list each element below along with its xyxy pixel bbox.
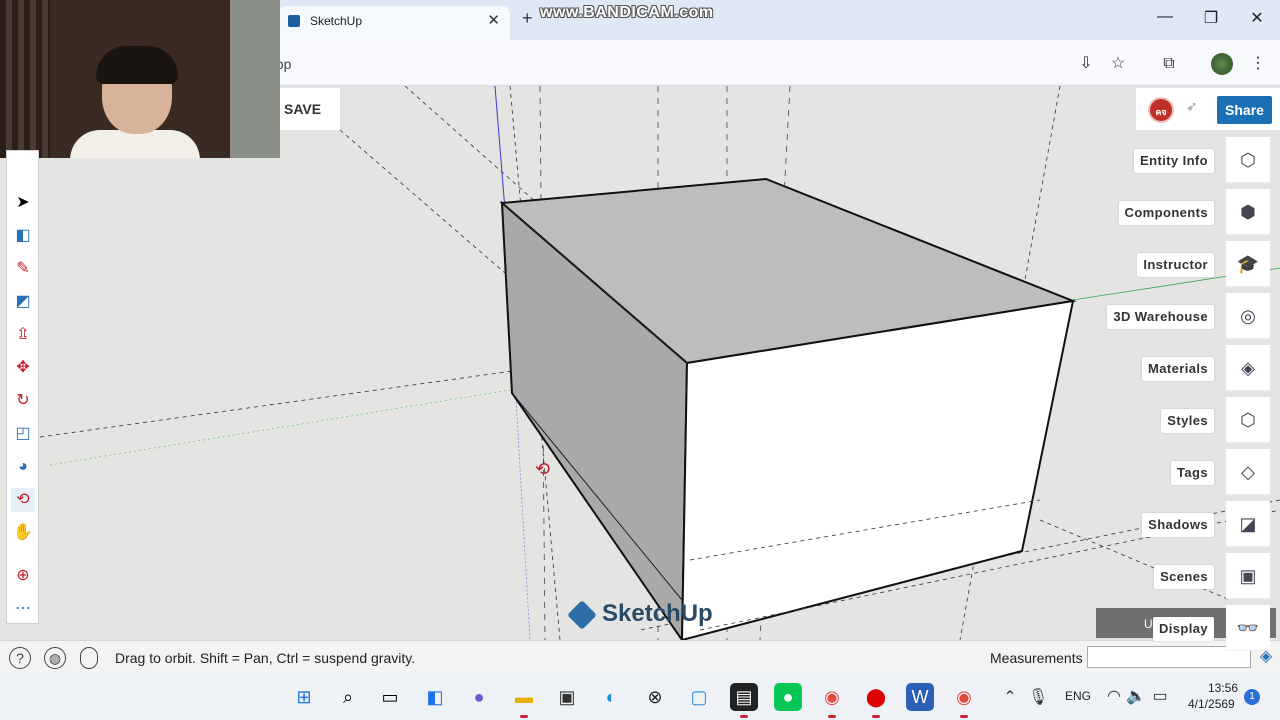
extensions-icon[interactable]: ⧉: [1159, 54, 1179, 74]
tray-chevron-icon[interactable]: ⌃: [1000, 688, 1020, 708]
bookmark-star-icon[interactable]: ☆: [1108, 54, 1128, 74]
user-avatar[interactable]: คจ: [1148, 97, 1174, 123]
task-view-icon[interactable]: ▭: [376, 683, 404, 711]
move-tool-icon[interactable]: ✥: [11, 356, 35, 380]
scenes-icon[interactable]: ▣: [1226, 553, 1270, 599]
install-app-icon[interactable]: ⇩: [1076, 54, 1096, 74]
share-button[interactable]: Share: [1217, 96, 1272, 124]
teams-chat-icon[interactable]: ●: [465, 683, 493, 711]
minimize-button[interactable]: —: [1150, 8, 1180, 26]
maximize-button[interactable]: ❐: [1196, 8, 1226, 28]
sketchup-logo-icon: [567, 599, 597, 630]
push-pull-tool-icon[interactable]: ⇫: [11, 323, 35, 347]
instructor-icon[interactable]: 🎓: [1226, 241, 1270, 287]
shadows-icon[interactable]: ◪: [1226, 501, 1270, 547]
webcam-person-hair: [96, 46, 178, 84]
search-taskbar-icon[interactable]: ⌕: [334, 683, 362, 711]
browser-profile-avatar[interactable]: [1211, 53, 1233, 75]
browser-tab[interactable]: SketchUp ✕: [278, 6, 510, 40]
panel-label-shadows[interactable]: Shadows: [1142, 513, 1214, 537]
store-icon[interactable]: ▣: [553, 683, 581, 711]
globe-icon[interactable]: ◍: [44, 647, 66, 669]
tags-icon[interactable]: ◇: [1226, 449, 1270, 495]
zoom-extents-icon[interactable]: ⊕: [11, 564, 35, 588]
materials-icon[interactable]: ◈: [1226, 345, 1270, 391]
share-panel: คจ ➶ Share: [1136, 88, 1280, 130]
microphone-icon[interactable]: 🎙: [1028, 688, 1048, 708]
warehouse-icon[interactable]: ◎: [1226, 293, 1270, 339]
browser-menu-icon[interactable]: ⋮: [1248, 54, 1268, 74]
svg-text:⟲: ⟲: [535, 459, 550, 480]
clock-date[interactable]: 4/1/2569: [1188, 697, 1235, 711]
status-bar: ? ◍ Drag to orbit. Shift = Pan, Ctrl = s…: [0, 640, 1280, 674]
rotate-tool-icon[interactable]: ↻: [11, 389, 35, 413]
tab-title: SketchUp: [310, 14, 363, 28]
volume-icon[interactable]: 🔈: [1126, 687, 1146, 707]
start-icon[interactable]: ⊞: [290, 683, 318, 711]
pan-tool-icon[interactable]: ✋: [11, 521, 35, 545]
chrome-icon[interactable]: ◉: [950, 683, 978, 718]
clock-time[interactable]: 13:56: [1200, 681, 1238, 695]
select-tool-icon[interactable]: ➤: [11, 191, 35, 215]
tab-close-button[interactable]: ✕: [487, 11, 500, 29]
pencil-tool-icon[interactable]: ✎: [11, 257, 35, 281]
mouse-icon[interactable]: [80, 647, 98, 669]
notification-badge[interactable]: 1: [1244, 689, 1260, 705]
panel-label-warehouse[interactable]: 3D Warehouse: [1107, 305, 1214, 329]
xbox-icon[interactable]: ⊗: [641, 683, 669, 711]
windows-taskbar: ⊞ ⌕ ▭ ◧ ● ▬ ▣ ◐ ⊗ ▢ ▤ ● ◉ ⬤ W ◉ ⌃ 🎙 ENG …: [0, 674, 1280, 720]
file-explorer-icon[interactable]: ▬: [510, 683, 538, 718]
edge-icon[interactable]: ◐: [597, 683, 625, 711]
eraser-tool-icon[interactable]: ◧: [11, 224, 35, 248]
model-canvas[interactable]: ⟲: [0, 86, 1280, 640]
status-hint: Drag to orbit. Shift = Pan, Ctrl = suspe…: [115, 650, 416, 666]
panel-label-styles[interactable]: Styles: [1161, 409, 1214, 433]
cursor-icon: ➶: [1186, 98, 1198, 114]
orbit-tool-icon[interactable]: ⟲: [11, 488, 35, 512]
bandicam-icon[interactable]: ▤: [730, 683, 758, 718]
rectangle-tool-icon[interactable]: ◩: [11, 290, 35, 314]
new-tab-button[interactable]: +: [522, 8, 533, 29]
panel-label-scenes[interactable]: Scenes: [1154, 565, 1214, 589]
paint-bucket-tool-icon[interactable]: ◕: [11, 455, 35, 479]
display-icon[interactable]: 👓: [1226, 605, 1270, 651]
styles-icon[interactable]: ⬡: [1226, 397, 1270, 443]
left-toolbar: ➤ ◧ ✎ ◩ ⇫ ✥ ↻ ◰ ◕ ⟲ ✋ ⊕ ⋯: [6, 150, 39, 624]
webcam-person-shirt: [70, 130, 200, 158]
panel-label-materials[interactable]: Materials: [1142, 357, 1214, 381]
panel-label-entity-info[interactable]: Entity Info: [1134, 149, 1214, 173]
panel-label-components[interactable]: Components: [1118, 201, 1214, 225]
bandicam-watermark: www.BANDICAM.com: [540, 4, 714, 21]
battery-icon[interactable]: ▭: [1150, 687, 1170, 707]
help-icon[interactable]: ?: [9, 647, 31, 669]
save-button[interactable]: SAVE: [280, 88, 340, 130]
webcam-background: [230, 0, 280, 158]
webcam-overlay: [0, 0, 280, 158]
entity-info-icon[interactable]: ⬡: [1226, 137, 1270, 183]
sketchup-favicon-icon: [288, 15, 300, 27]
webcam-curtain: [0, 0, 50, 158]
scale-tool-icon[interactable]: ◰: [11, 422, 35, 446]
line-icon[interactable]: ●: [774, 683, 802, 711]
language-indicator[interactable]: ENG: [1065, 689, 1091, 703]
snipping-tool-icon[interactable]: ▢: [685, 683, 713, 711]
panel-label-tags[interactable]: Tags: [1171, 461, 1214, 485]
model-viewport[interactable]: ⟲: [0, 86, 1280, 640]
sketchup-logo-text: SketchUp: [602, 600, 713, 627]
wifi-icon[interactable]: ◠: [1104, 687, 1124, 707]
close-window-button[interactable]: ✕: [1242, 8, 1272, 28]
components-icon[interactable]: ⬢: [1226, 189, 1270, 235]
panel-label-display[interactable]: Display: [1152, 617, 1214, 641]
word-icon[interactable]: W: [906, 683, 934, 711]
more-tools-icon[interactable]: ⋯: [11, 597, 35, 621]
record-icon[interactable]: ⬤: [862, 683, 890, 718]
chrome-profile-icon[interactable]: ◉: [818, 683, 846, 718]
measurements-label: Measurements: [990, 650, 1083, 666]
widgets-icon[interactable]: ◧: [421, 683, 449, 711]
panel-label-instructor[interactable]: Instructor: [1137, 253, 1214, 277]
sketchup-logo: SketchUp: [567, 599, 713, 630]
